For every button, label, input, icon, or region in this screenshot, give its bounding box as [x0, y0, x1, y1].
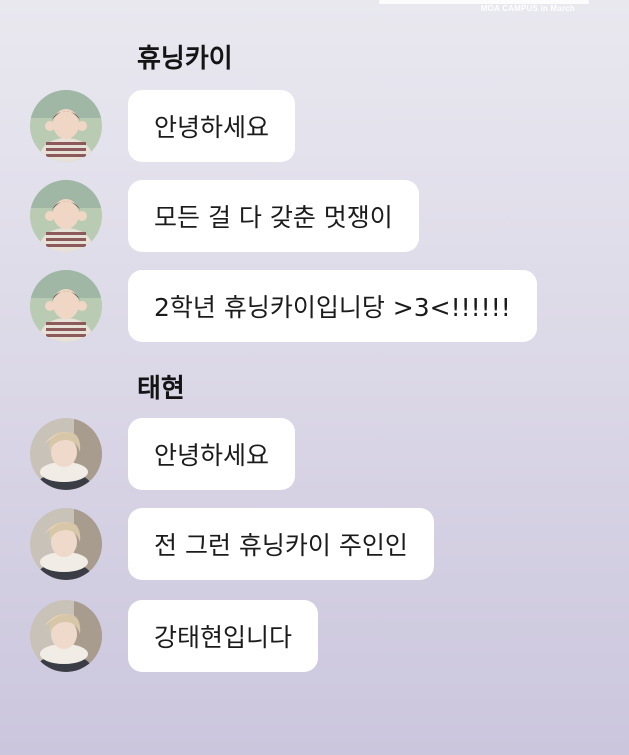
avatar-hueningkai[interactable] [30, 270, 102, 342]
avatar-photo-icon [30, 508, 102, 580]
avatar-hueningkai[interactable] [30, 180, 102, 252]
message-row: 2학년 휴닝카이입니당 >3<!!!!!! [0, 270, 629, 344]
message-row: 강태현입니다 [0, 600, 629, 674]
avatar-taehyun[interactable] [30, 418, 102, 490]
avatar-photo-icon [30, 90, 102, 162]
message-row: 모든 걸 다 갖춘 멋쟁이 [0, 180, 629, 254]
top-caption-bar: MOA CAMPUS in March [0, 0, 629, 22]
message-bubble: 강태현입니다 [128, 600, 319, 672]
message-bubble: 전 그런 휴닝카이 주인인 [128, 508, 434, 580]
sender-name-hueningkai: 휴닝카이 [137, 44, 233, 74]
avatar-photo-icon [30, 418, 102, 490]
event-caption: MOA CAMPUS in March [480, 4, 575, 13]
message-row: 전 그런 휴닝카이 주인인 [0, 508, 629, 582]
avatar-photo-icon [30, 270, 102, 342]
avatar-photo-icon [30, 180, 102, 252]
message-bubble: 안녕하세요 [128, 90, 296, 162]
sender-name-taehyun: 태현 [137, 374, 185, 404]
message-bubble: 모든 걸 다 갖춘 멋쟁이 [128, 180, 419, 252]
avatar-hueningkai[interactable] [30, 90, 102, 162]
avatar-taehyun[interactable] [30, 600, 102, 672]
avatar-taehyun[interactable] [30, 508, 102, 580]
message-bubble: 2학년 휴닝카이입니당 >3<!!!!!! [128, 270, 537, 342]
avatar-photo-icon [30, 600, 102, 672]
message-row: 안녕하세요 [0, 418, 629, 492]
message-bubble: 안녕하세요 [128, 418, 296, 490]
message-row: 안녕하세요 [0, 90, 629, 164]
